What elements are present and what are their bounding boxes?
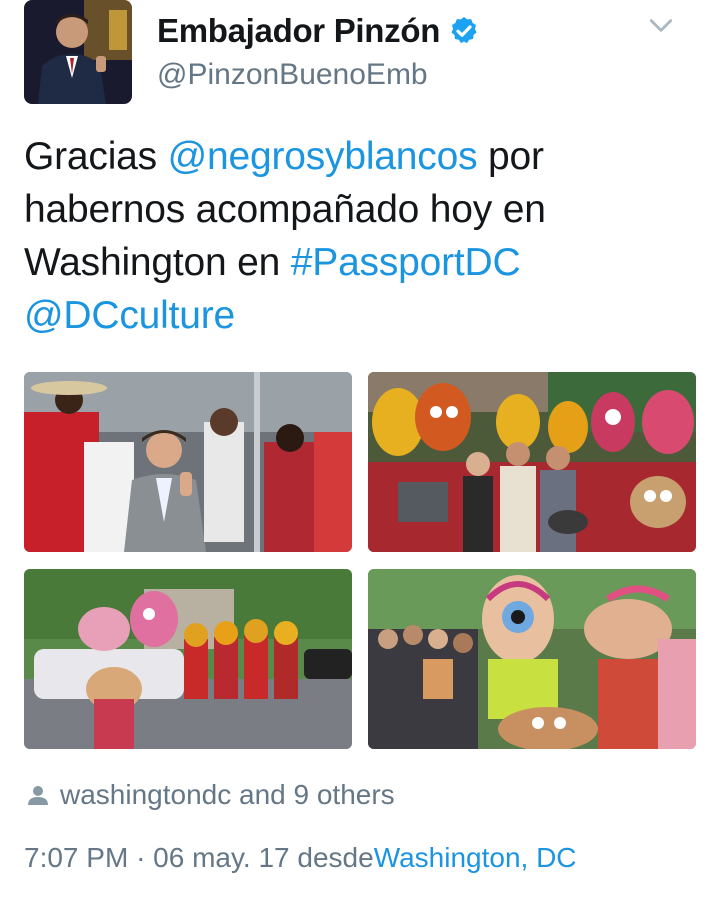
- photo-group-with-masks[interactable]: [368, 372, 696, 552]
- tweet-text-segment: Gracias: [24, 135, 168, 178]
- mention-link[interactable]: @DCculture: [24, 294, 235, 337]
- avatar[interactable]: [24, 0, 132, 104]
- mention-link[interactable]: @negrosyblancos: [168, 135, 478, 178]
- photo-parade-crowd-closeup[interactable]: [368, 569, 696, 749]
- tweet-timestamp: 7:07 PM · 06 may. 17 desdeWashington, DC: [24, 842, 577, 874]
- author-handle[interactable]: @PinzonBuenoEmb: [157, 58, 428, 92]
- tweet-text-line: Washington en #PassportDC: [24, 236, 694, 289]
- author-name-row[interactable]: Embajador Pinzón: [157, 8, 480, 54]
- tweet-text-line: habernos acompañado hoy en: [24, 183, 694, 236]
- meta-separator: ·: [136, 842, 146, 873]
- tweet-text-segment: por: [477, 135, 544, 178]
- display-name[interactable]: Embajador Pinzón: [157, 12, 440, 50]
- person-icon: [28, 786, 48, 805]
- tweet-text: Gracias @negrosyblancos por habernos acom…: [24, 130, 694, 342]
- tagged-users[interactable]: washingtondc and 9 others: [26, 776, 395, 814]
- photo-street-parade[interactable]: [24, 569, 352, 749]
- tweet-detail: Embajador Pinzón @PinzonBuenoEmb Gracias…: [0, 0, 720, 900]
- tweet-text-line: @DCculture: [24, 289, 694, 342]
- tweet-time: 7:07 PM: [24, 842, 129, 873]
- tweet-text-line: Gracias @negrosyblancos por: [24, 130, 694, 183]
- chevron-down-icon[interactable]: [648, 12, 674, 38]
- hashtag-link[interactable]: #PassportDC: [291, 241, 521, 284]
- verified-badge-icon: [451, 17, 477, 44]
- photo-speech-under-tent[interactable]: [24, 372, 352, 552]
- via-prefix: desde: [297, 842, 374, 873]
- tweet-text-segment: habernos acompañado hoy en: [24, 188, 546, 231]
- tweet-text-segment: Washington en: [24, 241, 291, 284]
- tagged-users-text: washingtondc and 9 others: [60, 779, 395, 810]
- tweet-location-link[interactable]: Washington, DC: [374, 842, 577, 873]
- tweet-date: 06 may. 17: [153, 842, 290, 873]
